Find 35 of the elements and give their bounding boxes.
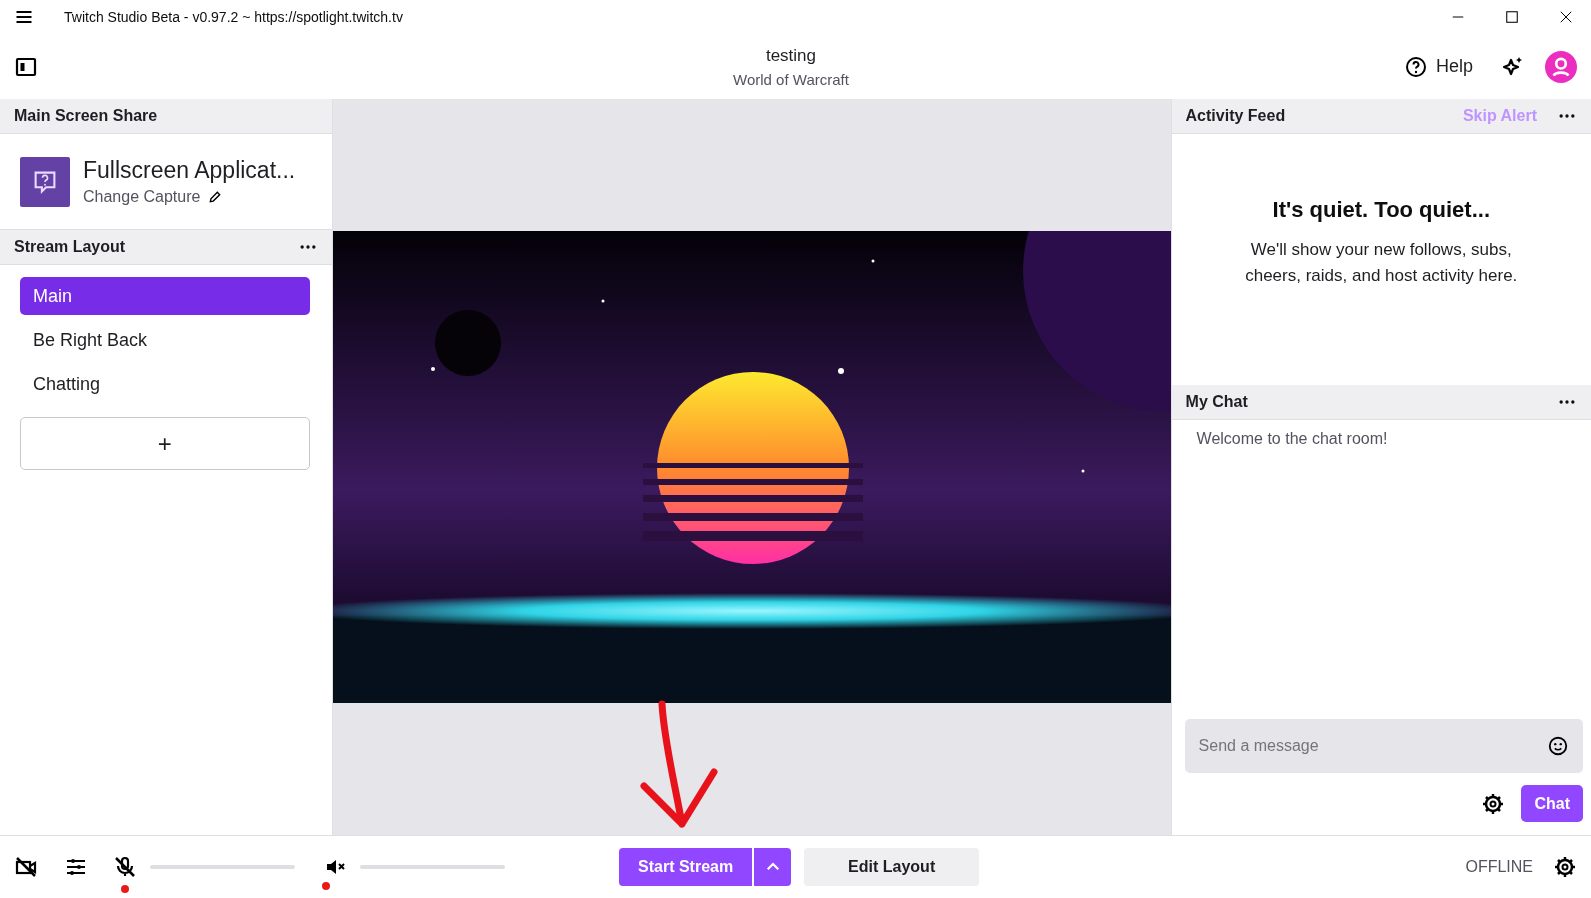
settings-icon[interactable] (1553, 855, 1577, 879)
empty-state-text: We'll show your new follows, subs, cheers, raids, and host activity here. (1244, 239, 1519, 287)
pencil-icon (208, 190, 223, 204)
layout-item[interactable]: Chatting (20, 365, 310, 403)
add-layout-button[interactable]: + (20, 417, 310, 470)
edit-layout-button[interactable]: Edit Layout (804, 848, 980, 886)
change-capture-link[interactable]: Change Capture (83, 188, 296, 206)
stream-title: testing (765, 45, 817, 66)
section-heading: Main Screen Share (14, 107, 159, 125)
window-title: Twitch Studio Beta - v0.97.2 ~ https://spotlight.twitch.tv (64, 9, 404, 25)
help-icon (1403, 54, 1428, 79)
volume-slider[interactable] (360, 865, 505, 869)
maximize-icon[interactable] (1503, 8, 1521, 26)
volume-slider[interactable] (150, 865, 295, 869)
source-name: Fullscreen Applicat... (83, 157, 296, 184)
section-heading: My Chat (1185, 393, 1249, 411)
stream-category: World of Warcraft (733, 70, 849, 88)
empty-state-title: It's quiet. Too quiet... (1272, 197, 1490, 223)
section-heading: Activity Feed (1185, 107, 1287, 125)
emoji-icon[interactable] (1547, 735, 1569, 757)
chat-message: Welcome to the chat room! (1195, 429, 1389, 449)
avatar-icon[interactable] (1545, 50, 1577, 83)
stream-status: OFFLINE (1465, 858, 1533, 876)
layout-item[interactable]: Be Right Back (20, 321, 310, 359)
microphone-icon[interactable] (113, 855, 137, 879)
help-button[interactable]: Help (1397, 53, 1479, 80)
chat-send-button[interactable]: Chat (1521, 785, 1583, 822)
start-stream-button[interactable]: Start Stream (619, 848, 753, 886)
message-input[interactable]: Send a message (1184, 719, 1583, 773)
capture-source-icon (20, 156, 70, 207)
camera-off-icon[interactable] (14, 855, 38, 879)
stream-options-button[interactable] (754, 848, 792, 886)
layout-item[interactable]: Main (20, 277, 310, 315)
section-heading: Stream Layout (14, 238, 127, 256)
settings-icon[interactable] (1481, 791, 1506, 816)
